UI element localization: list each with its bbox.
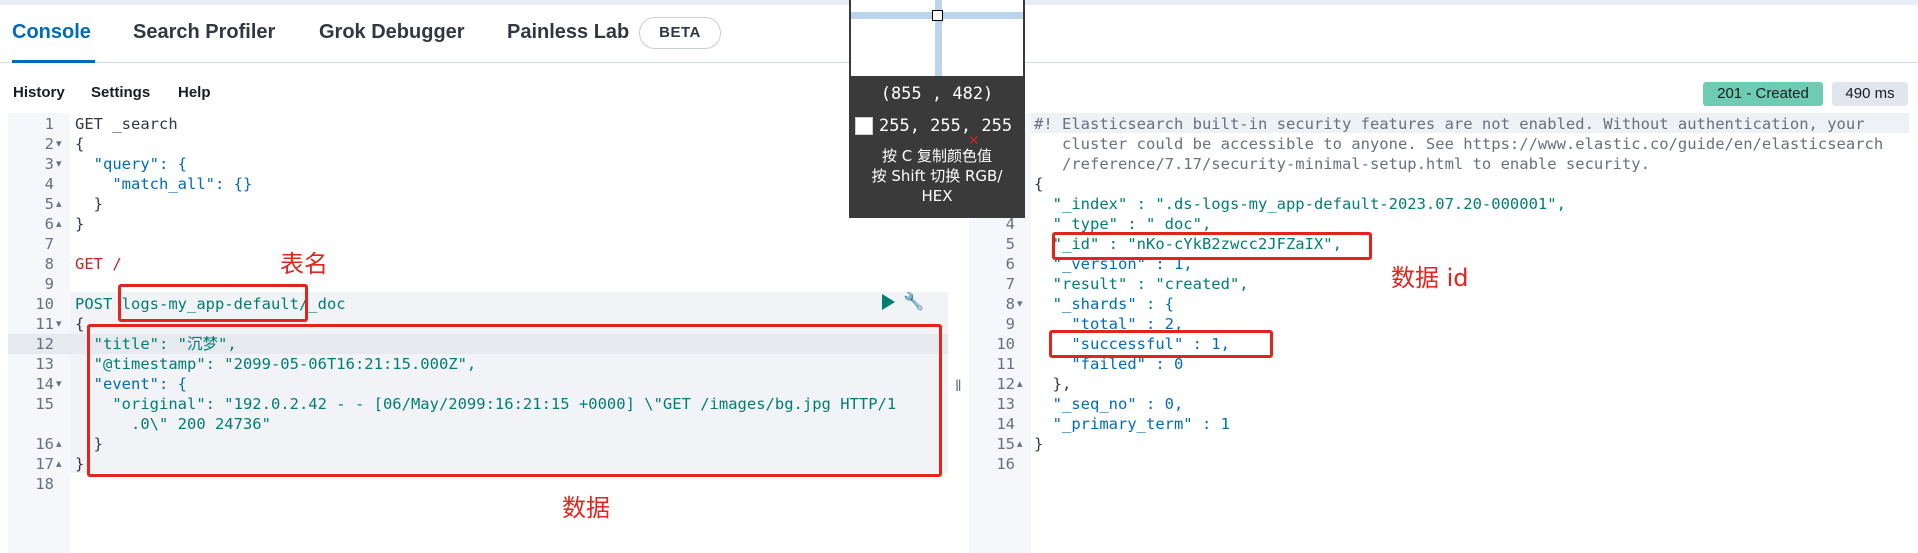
fold-arrow-icon[interactable]: ▴ <box>1017 374 1023 394</box>
annotation-box-id <box>1052 232 1372 260</box>
code-line: "_primary_term" : 1 <box>1034 415 1230 433</box>
color-picker-overlay: (855 , 482) 255, 255, 255 按 C 复制颜色值 按 Sh… <box>849 0 1025 218</box>
fold-arrow-icon[interactable]: ▾ <box>56 154 62 174</box>
line-number: 6 <box>1005 255 1015 273</box>
line-number: 12 <box>35 335 54 353</box>
code-line: "result" : "created", <box>1034 275 1249 293</box>
close-icon[interactable]: ✕ <box>968 132 980 149</box>
fold-arrow-icon[interactable]: ▾ <box>56 134 62 154</box>
fold-arrow-icon[interactable]: ▴ <box>56 454 62 474</box>
line-number: 14 <box>35 375 54 393</box>
line-number: 2 <box>44 135 54 153</box>
crosshair-center <box>932 10 943 21</box>
fold-arrow-icon[interactable]: ▴ <box>56 194 62 214</box>
response-status-badge: 201 - Created <box>1703 82 1823 106</box>
code-line: "_type" : "_doc", <box>1034 215 1212 233</box>
active-tab-underline <box>12 60 95 63</box>
color-picker-magnifier <box>851 0 1023 76</box>
settings-link[interactable]: Settings <box>91 84 150 101</box>
fold-arrow-icon[interactable]: ▾ <box>56 374 62 394</box>
line-number: 12 <box>996 375 1015 393</box>
code-line: } <box>75 455 85 473</box>
tab-search-profiler[interactable]: Search Profiler <box>133 21 275 44</box>
line-number: 14 <box>996 415 1015 433</box>
line-number: 1 <box>44 115 54 133</box>
line-number: 9 <box>44 275 54 293</box>
line-number: 8 <box>1005 295 1015 313</box>
line-number: 11 <box>996 355 1015 373</box>
line-number: 16 <box>996 455 1015 473</box>
fold-arrow-icon[interactable]: ▾ <box>56 314 62 334</box>
code-line: }, <box>1034 375 1072 393</box>
picker-hint-line: 按 Shift 切换 RGB/ <box>871 167 1003 185</box>
code-line: { <box>1034 175 1044 193</box>
annotation-box-index <box>118 284 308 322</box>
line-number: 4 <box>44 175 54 193</box>
code-line: #! Elasticsearch built-in security featu… <box>1034 115 1865 133</box>
picker-hint-line: 按 C 复制颜色值 <box>881 147 992 165</box>
fold-arrow-icon[interactable]: ▾ <box>1017 294 1023 314</box>
picker-coordinates: (855 , 482) <box>880 84 994 104</box>
tab-console[interactable]: Console <box>12 21 91 44</box>
code-line: "_index" : ".ds-logs-my_app-default-2023… <box>1034 195 1566 213</box>
send-request-icon[interactable] <box>882 294 895 310</box>
line-number: 15 <box>996 435 1015 453</box>
tab-painless-lab[interactable]: Painless Lab <box>507 21 629 44</box>
code-line: { <box>75 135 85 153</box>
code-line: "_seq_no" : 0, <box>1034 395 1184 413</box>
annotation-label-table-name: 表名 <box>280 250 328 278</box>
code-line: "_shards" : { <box>1034 295 1174 313</box>
line-number: 5 <box>44 195 54 213</box>
fold-arrow-icon[interactable]: ▴ <box>1017 434 1023 454</box>
code-line: { <box>75 315 85 333</box>
annotation-label-data-id: 数据 id <box>1391 264 1469 292</box>
response-time-badge: 490 ms <box>1832 82 1908 106</box>
picker-hint-line: HEX <box>921 187 953 205</box>
line-number: 10 <box>996 335 1015 353</box>
annotation-box-data <box>87 324 942 477</box>
annotation-label-data: 数据 <box>562 494 610 522</box>
code-line: cluster could be accessible to anyone. S… <box>1034 135 1884 153</box>
line-number: 5 <box>1005 235 1015 253</box>
line-number: 10 <box>35 295 54 313</box>
code-line: GET _search <box>75 115 178 133</box>
help-link[interactable]: Help <box>178 84 211 101</box>
fold-arrow-icon[interactable]: ▴ <box>56 434 62 454</box>
line-number: 11 <box>35 315 54 333</box>
beta-badge: BETA <box>639 17 721 49</box>
line-number: 7 <box>44 235 54 253</box>
code-line: } <box>75 215 85 233</box>
picker-rgb-value: 255, 255, 255 <box>879 116 1013 136</box>
wrench-icon[interactable]: 🔧 <box>903 292 924 312</box>
picker-hint: 按 C 复制颜色值 按 Shift 切换 RGB/ HEX <box>849 146 1025 206</box>
line-number: 17 <box>35 455 54 473</box>
history-link[interactable]: History <box>13 84 65 101</box>
tab-grok-debugger[interactable]: Grok Debugger <box>319 21 465 44</box>
line-number: 3 <box>44 155 54 173</box>
line-number: 13 <box>996 395 1015 413</box>
line-number: 18 <box>35 475 54 493</box>
code-line: "match_all": {} <box>75 175 253 193</box>
code-line: } <box>75 195 103 213</box>
line-number: 8 <box>44 255 54 273</box>
line-number: 16 <box>35 435 54 453</box>
annotation-box-successful <box>1049 330 1273 358</box>
code-line: } <box>1034 435 1044 453</box>
fold-arrow-icon[interactable]: ▴ <box>56 214 62 234</box>
code-line: /reference/7.17/security-minimal-setup.h… <box>1034 155 1650 173</box>
panel-resize-handle-icon[interactable]: ‖ <box>955 378 962 396</box>
code-line: GET / <box>75 255 122 273</box>
line-number: 15 <box>35 395 54 413</box>
picker-color-swatch <box>855 117 873 135</box>
line-number: 7 <box>1005 275 1015 293</box>
line-number: 6 <box>44 215 54 233</box>
code-line: "query": { <box>75 155 187 173</box>
line-number: 9 <box>1005 315 1015 333</box>
line-number: 13 <box>35 355 54 373</box>
